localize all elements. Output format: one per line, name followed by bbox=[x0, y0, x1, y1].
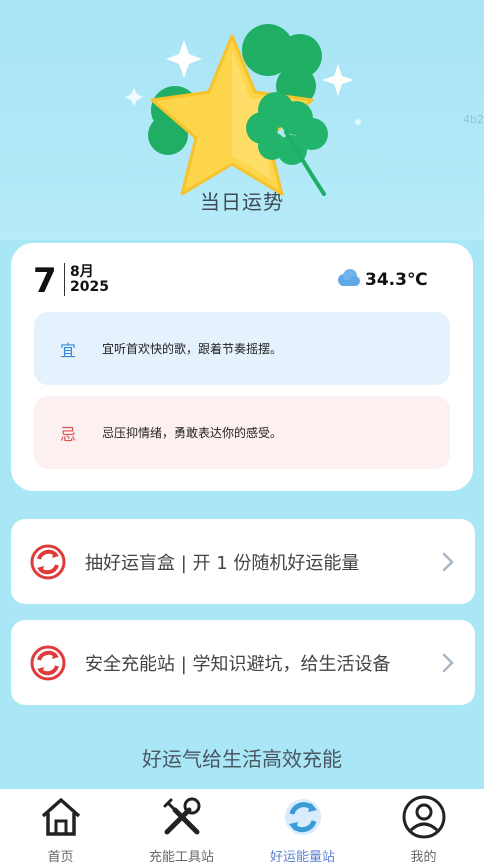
side-tag: 4b2c bbox=[462, 113, 484, 126]
cloud-icon bbox=[335, 268, 361, 292]
temperature: 34.3℃ bbox=[365, 270, 428, 290]
chevron-right-icon bbox=[441, 652, 455, 674]
advice-good-text: 宜听首欢快的歌，跟着节奏摇摆。 bbox=[102, 342, 283, 356]
nav-home[interactable]: 首页 bbox=[0, 789, 121, 865]
chevron-right-icon bbox=[441, 551, 455, 573]
page: 当日运势 4b2c 7 8月 2025 34.3℃ 宜 宜听首欢快的歌，跟着节奏… bbox=[0, 0, 484, 865]
date-day: 7 bbox=[33, 261, 57, 301]
slogan: 好运气给生活高效充能 bbox=[142, 747, 342, 771]
bottom-nav: 首页 充能工具站 好运能量站 我的 bbox=[0, 789, 484, 865]
hero-banner: 当日运势 4b2c bbox=[0, 0, 484, 240]
safety-station-label: 安全充能站 | 学知识避坑，给生活设备 bbox=[85, 653, 391, 675]
hero-title: 当日运势 bbox=[200, 190, 284, 214]
tools-icon bbox=[159, 794, 205, 844]
advice-good: 宜 宜听首欢快的歌，跟着节奏摇摆。 bbox=[34, 312, 450, 385]
nav-home-label: 首页 bbox=[47, 850, 74, 865]
advice-bad-text: 忌压抑情绪，勇敢表达你的感受。 bbox=[102, 426, 283, 440]
energy-cycle-icon bbox=[29, 644, 67, 682]
blind-box-card[interactable]: 抽好运盲盒 | 开 1 份随机好运能量 bbox=[11, 519, 475, 604]
home-icon bbox=[38, 794, 84, 844]
advice-bad-tag: 忌 bbox=[59, 424, 76, 444]
nav-luck-energy[interactable]: 好运能量站 bbox=[242, 789, 363, 865]
profile-icon bbox=[401, 794, 447, 844]
nav-profile[interactable]: 我的 bbox=[363, 789, 484, 865]
date-year: 2025 bbox=[70, 279, 109, 295]
weather-widget: 34.3℃ bbox=[335, 268, 428, 292]
energy-cycle-icon bbox=[29, 543, 67, 581]
date-month: 8月 bbox=[70, 264, 94, 280]
nav-profile-label: 我的 bbox=[410, 850, 437, 865]
nav-tools-label: 充能工具站 bbox=[148, 850, 214, 865]
blind-box-label: 抽好运盲盒 | 开 1 份随机好运能量 bbox=[85, 552, 360, 574]
luck-energy-icon bbox=[280, 794, 326, 844]
nav-luck-energy-label: 好运能量站 bbox=[269, 850, 335, 865]
daily-fortune-card: 7 8月 2025 34.3℃ 宜 宜听首欢快的歌，跟着节奏摇摆。 忌 忌压抑情… bbox=[11, 243, 473, 491]
advice-bad: 忌 忌压抑情绪，勇敢表达你的感受。 bbox=[34, 396, 450, 469]
safety-station-card[interactable]: 安全充能站 | 学知识避坑，给生活设备 bbox=[11, 620, 475, 705]
date-divider bbox=[64, 263, 65, 296]
advice-good-tag: 宜 bbox=[59, 340, 76, 360]
nav-tools[interactable]: 充能工具站 bbox=[121, 789, 242, 865]
